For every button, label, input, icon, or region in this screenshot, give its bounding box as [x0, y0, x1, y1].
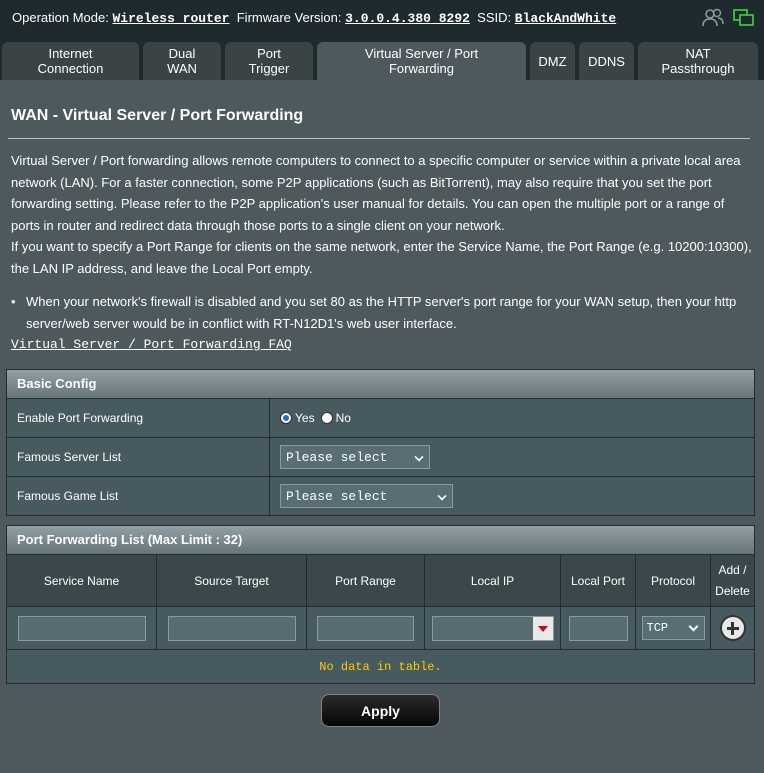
port-forwarding-list-table: Port Forwarding List (Max Limit : 32) Se…	[6, 525, 755, 684]
famous-server-cell: Please select	[270, 438, 754, 476]
firewall-note: • When your network's firewall is disabl…	[11, 291, 756, 334]
operation-mode-label: Operation Mode:	[12, 10, 109, 25]
firewall-note-text: When your network's firewall is disabled…	[26, 294, 737, 331]
main-content: WAN - Virtual Server / Port Forwarding V…	[0, 80, 764, 773]
tab-dual-wan[interactable]: Dual WAN	[143, 42, 221, 80]
chevron-down-icon	[688, 621, 698, 632]
col-port-range: Port Range	[307, 555, 425, 606]
col-protocol: Protocol	[636, 555, 711, 606]
tab-label: Virtual Server / Port Forwarding	[364, 46, 479, 76]
col-local-port: Local Port	[561, 555, 636, 606]
tab-virtual-server[interactable]: Virtual Server / Port Forwarding	[317, 42, 526, 80]
famous-server-row: Famous Server List Please select	[7, 437, 754, 476]
col-local-ip: Local IP	[425, 555, 561, 606]
add-icon[interactable]	[719, 615, 746, 641]
page-title: WAN - Virtual Server / Port Forwarding	[11, 107, 304, 124]
tab-ddns[interactable]: DDNS	[579, 42, 634, 80]
basic-config-header: Basic Config	[7, 370, 754, 398]
tab-label: Internet Connection	[37, 46, 104, 76]
radio-no[interactable]: No	[320, 411, 351, 425]
tab-nat-passthrough[interactable]: NAT Passthrough	[638, 42, 758, 80]
description-paragraph-2: If you want to specify a Port Range for …	[11, 239, 752, 276]
apply-button[interactable]: Apply	[321, 694, 440, 727]
top-status-bar: Operation Mode: Wireless router Firmware…	[0, 0, 764, 36]
source-target-cell	[157, 607, 307, 649]
chevron-down-icon	[437, 491, 447, 501]
ssid-link[interactable]: BlackAndWhite	[515, 11, 616, 26]
local-ip-dropdown-button[interactable]	[532, 616, 553, 640]
protocol-select[interactable]: TCP	[641, 616, 705, 640]
empty-table-message: No data in table.	[7, 649, 754, 683]
service-name-input[interactable]	[17, 615, 146, 641]
enable-port-forwarding-row: Enable Port Forwarding Yes No	[7, 398, 754, 437]
radio-yes-button[interactable]	[280, 412, 292, 424]
tab-internet-connection[interactable]: Internet Connection	[2, 42, 139, 80]
description-paragraph-1: Virtual Server / Port forwarding allows …	[11, 153, 741, 233]
famous-game-cell: Please select	[270, 477, 754, 515]
radio-no-label: No	[335, 411, 351, 425]
port-range-input[interactable]	[317, 615, 414, 641]
title-divider	[8, 138, 750, 139]
chevron-down-icon	[414, 452, 424, 462]
famous-game-label: Famous Game List	[7, 477, 270, 515]
famous-server-select[interactable]: Please select	[280, 445, 430, 469]
description: Virtual Server / Port forwarding allows …	[11, 150, 756, 279]
famous-game-value: Please select	[286, 488, 388, 504]
bullet-dot: •	[11, 294, 16, 309]
radio-yes-label: Yes	[295, 411, 315, 425]
famous-server-value: Please select	[286, 449, 388, 465]
tab-dmz[interactable]: DMZ	[530, 42, 575, 80]
add-cell	[711, 607, 754, 649]
famous-server-label: Famous Server List	[7, 438, 270, 476]
status-line: Operation Mode: Wireless router Firmware…	[12, 10, 616, 26]
famous-game-row: Famous Game List Please select	[7, 476, 754, 515]
famous-game-select[interactable]: Please select	[280, 484, 453, 508]
tab-port-trigger[interactable]: Port Trigger	[225, 42, 313, 80]
local-ip-input[interactable]	[431, 615, 554, 641]
tab-label: Port Trigger	[248, 46, 290, 76]
tab-label: NAT Passthrough	[661, 46, 735, 76]
protocol-cell: TCP	[636, 607, 711, 649]
network-icon[interactable]	[733, 8, 755, 28]
pf-input-row: TCP	[7, 606, 754, 649]
local-port-input[interactable]	[568, 615, 628, 641]
firmware-label: Firmware Version:	[236, 10, 342, 25]
enable-port-forwarding-options: Yes No	[270, 399, 754, 437]
protocol-value: TCP	[646, 621, 669, 635]
tab-label: Dual WAN	[167, 46, 197, 76]
col-source-target: Source Target	[157, 555, 307, 606]
port-range-cell	[307, 607, 425, 649]
ssid-label: SSID:	[477, 10, 512, 25]
tab-bar: Internet Connection Dual WAN Port Trigge…	[0, 36, 764, 80]
local-port-cell	[561, 607, 636, 649]
radio-yes[interactable]: Yes	[280, 411, 315, 425]
col-add-delete: Add / Delete	[715, 562, 750, 598]
local-ip-cell	[425, 607, 561, 649]
radio-no-button[interactable]	[320, 412, 333, 424]
faq-link[interactable]: Virtual Server / Port Forwarding FAQ	[11, 337, 292, 352]
source-target-input[interactable]	[167, 615, 296, 641]
pf-column-headers: Service Name Source Target Port Range Lo…	[7, 554, 754, 606]
tab-label: DMZ	[538, 53, 567, 69]
operation-mode-link[interactable]: Wireless router	[112, 11, 229, 26]
firmware-link[interactable]: 3.0.0.4.380_8292	[345, 11, 470, 26]
col-service-name: Service Name	[7, 555, 157, 606]
basic-config-table: Basic Config Enable Port Forwarding Yes …	[6, 369, 755, 516]
service-name-cell	[7, 607, 157, 649]
pf-list-header: Port Forwarding List (Max Limit : 32)	[7, 526, 754, 554]
users-icon[interactable]	[702, 8, 724, 28]
enable-port-forwarding-label: Enable Port Forwarding	[7, 399, 270, 437]
tab-label: DDNS	[588, 53, 625, 69]
